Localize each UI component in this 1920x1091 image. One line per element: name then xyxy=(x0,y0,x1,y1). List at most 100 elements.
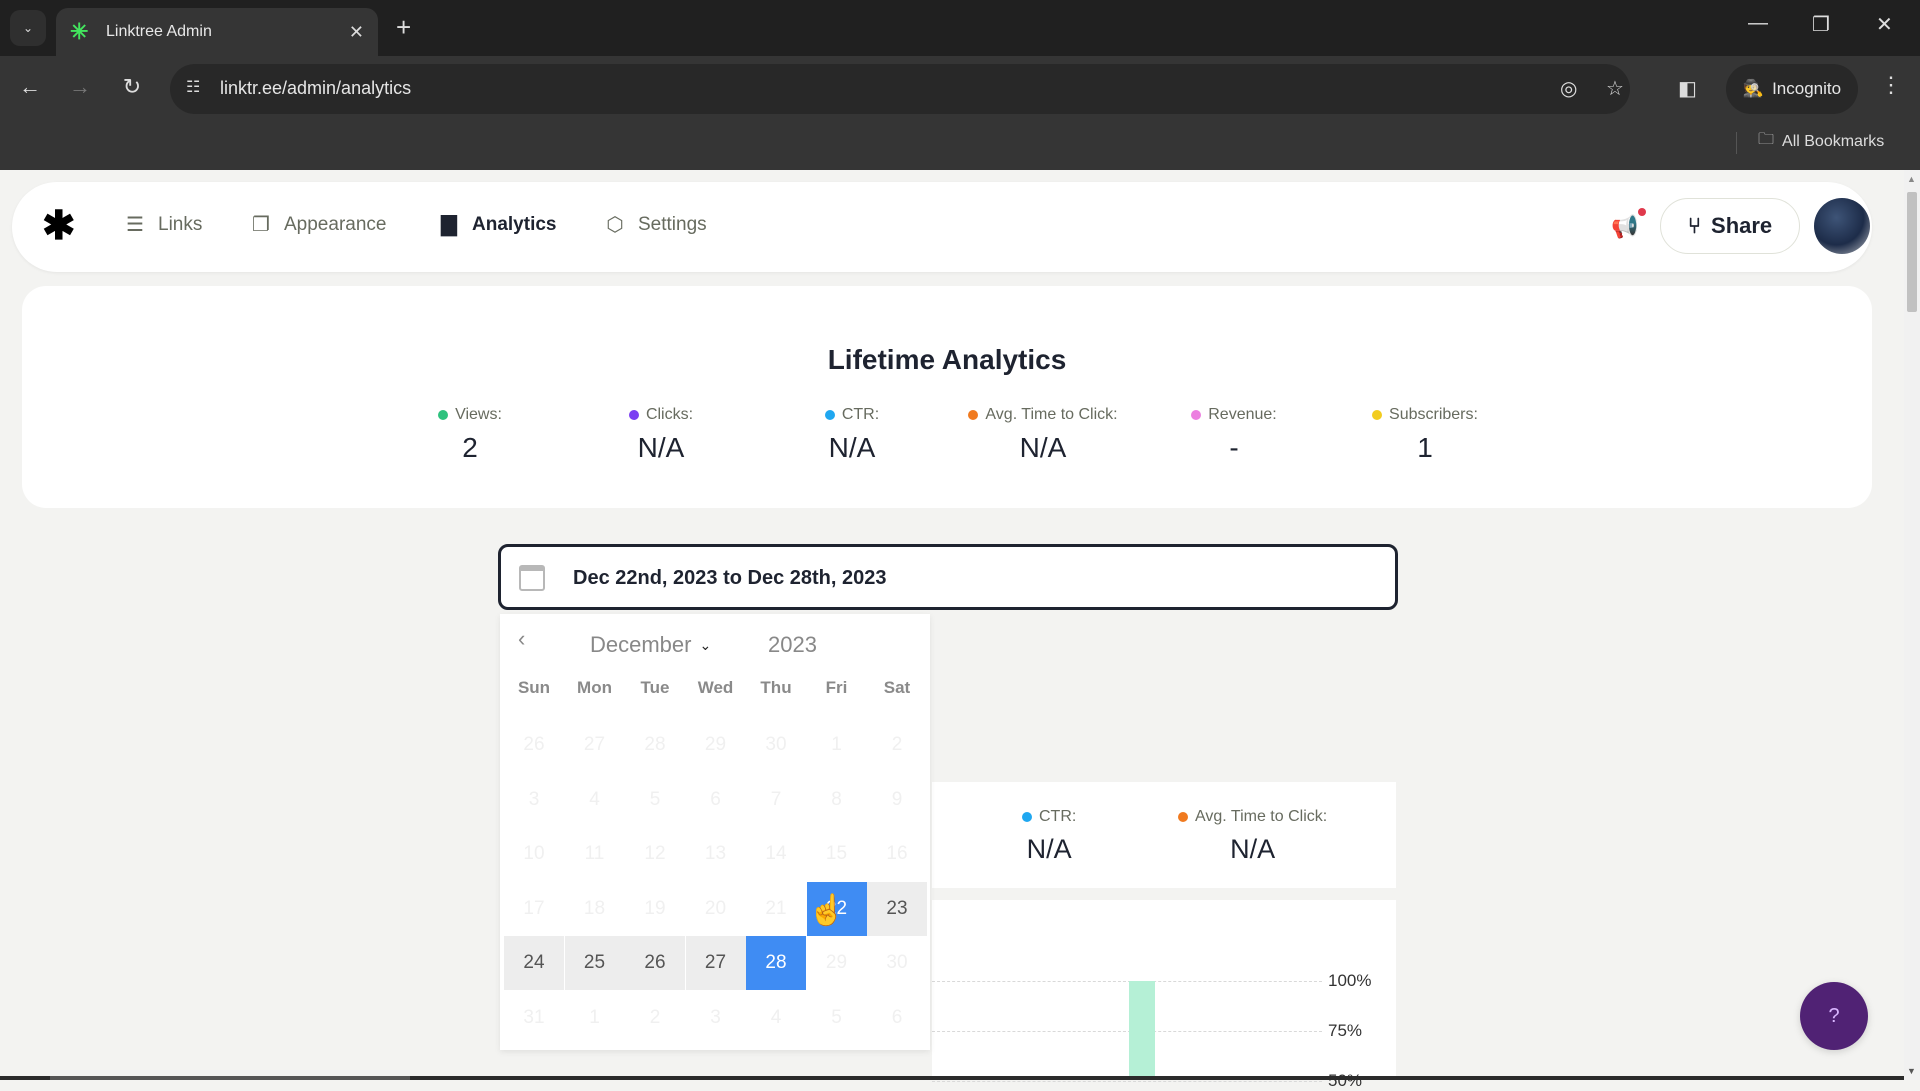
calendar-day[interactable]: 6 xyxy=(867,991,927,1045)
calendar-day[interactable]: 3 xyxy=(686,991,746,1045)
calendar-day[interactable]: 31 xyxy=(504,991,564,1045)
close-tab-icon[interactable]: ✕ xyxy=(349,22,364,43)
previous-month-icon[interactable]: ‹ xyxy=(518,626,525,652)
chart-gridline xyxy=(932,1031,1322,1032)
calendar-day[interactable]: 21 xyxy=(746,882,806,936)
calendar-day[interactable]: 6 xyxy=(686,773,746,827)
weekday-header: Fri xyxy=(825,678,848,697)
calendar-day[interactable]: 23 xyxy=(867,881,927,936)
back-icon[interactable]: ← xyxy=(14,74,46,100)
megaphone-icon: 📢 xyxy=(1611,214,1639,239)
nav-item-settings[interactable]: ⬡ Settings xyxy=(602,212,706,237)
stat-clicks: Clicks: N/A xyxy=(561,406,761,464)
all-bookmarks-label: All Bookmarks xyxy=(1782,132,1885,150)
weekday-header: Thu xyxy=(760,678,792,697)
ctr-chart: 100% 75% 50% xyxy=(932,900,1396,1090)
all-bookmarks-button[interactable]: 🗀 All Bookmarks xyxy=(1758,128,1884,155)
calendar-day[interactable]: 14 xyxy=(746,827,806,881)
side-panel-icon[interactable]: ◧ xyxy=(1678,76,1697,101)
calendar-day[interactable]: 18 xyxy=(565,882,625,936)
reload-icon[interactable]: ↻ xyxy=(116,74,148,100)
linktree-logo-icon[interactable]: ✱ xyxy=(42,206,76,246)
help-button[interactable]: ? xyxy=(1800,982,1868,1050)
scroll-down-icon[interactable]: ▼ xyxy=(1907,1066,1916,1076)
calendar-day[interactable]: 5 xyxy=(625,773,685,827)
calendar-day[interactable]: 29 xyxy=(807,936,867,990)
calendar-day[interactable]: 4 xyxy=(746,991,806,1045)
month-label: December xyxy=(590,632,692,657)
nav-item-appearance[interactable]: ❐ Appearance xyxy=(248,212,386,237)
address-bar[interactable]: ☷ linktr.ee/admin/analytics ◎ ☆ xyxy=(170,64,1630,114)
calendar-day[interactable]: 28 xyxy=(625,718,685,772)
stat-value: N/A xyxy=(637,432,685,463)
close-window-icon[interactable]: ✕ xyxy=(1876,12,1893,37)
stat-label: CTR: xyxy=(1039,808,1077,825)
calendar-day[interactable]: 29 xyxy=(686,718,746,772)
calendar-day[interactable]: 24 xyxy=(504,936,564,990)
calendar-day[interactable]: 11 xyxy=(565,827,625,881)
calendar-day[interactable]: 7 xyxy=(746,773,806,827)
forward-icon[interactable]: → xyxy=(64,74,96,100)
calendar-day[interactable]: 12 xyxy=(625,827,685,881)
calendar-day[interactable]: 28 xyxy=(746,936,806,990)
calendar-day[interactable]: 25 xyxy=(564,936,625,990)
horizontal-scrollbar[interactable] xyxy=(0,1076,1904,1080)
calendar-day[interactable]: 10 xyxy=(504,827,564,881)
site-settings-icon[interactable]: ☷ xyxy=(186,77,200,97)
nav-item-analytics[interactable]: ▇ Analytics xyxy=(436,212,556,237)
star-icon[interactable]: ☆ xyxy=(1606,76,1624,101)
calendar-day[interactable]: 1 xyxy=(807,718,867,772)
minimize-icon[interactable]: — xyxy=(1748,12,1768,35)
announcements-button[interactable]: 📢 xyxy=(1611,208,1647,240)
calendar-day[interactable]: 26 xyxy=(504,718,564,772)
new-tab-button[interactable]: + xyxy=(396,12,411,43)
tab-search-button[interactable]: ⌄ xyxy=(10,10,46,46)
calendar-day[interactable]: 27 xyxy=(685,936,746,990)
calendar-day[interactable]: 8 xyxy=(807,773,867,827)
stat-label: Avg. Time to Click: xyxy=(1195,808,1328,825)
scroll-up-icon[interactable]: ▲ xyxy=(1907,174,1916,184)
month-select[interactable]: December ⌄ xyxy=(590,632,711,658)
calendar-day[interactable]: 2 xyxy=(625,991,685,1045)
calendar-day[interactable]: 3 xyxy=(504,773,564,827)
calendar-day[interactable]: 30 xyxy=(867,936,927,990)
calendar-day[interactable]: 27 xyxy=(565,718,625,772)
browser-menu-icon[interactable]: ⋮ xyxy=(1880,72,1902,98)
lifetime-title: Lifetime Analytics xyxy=(827,344,1067,375)
calendar-day[interactable]: 30 xyxy=(746,718,806,772)
scrollbar-thumb[interactable] xyxy=(50,1076,410,1080)
chart-gridline xyxy=(932,1081,1322,1082)
calendar-day[interactable]: 20 xyxy=(686,882,746,936)
calendar-day[interactable]: 17 xyxy=(504,882,564,936)
year-label[interactable]: 2023 xyxy=(768,632,817,658)
nav-item-label: Links xyxy=(158,213,203,235)
calendar-day[interactable]: 26 xyxy=(625,936,685,990)
calendar-day[interactable]: 19 xyxy=(625,882,685,936)
browser-tab[interactable]: ✳ Linktree Admin ✕ xyxy=(56,8,378,56)
calendar-day[interactable]: 1 xyxy=(565,991,625,1045)
date-range-picker[interactable]: Dec 22nd, 2023 to Dec 28th, 2023 xyxy=(498,544,1398,610)
share-button[interactable]: ⑂ Share xyxy=(1660,198,1800,254)
calendar-day[interactable]: 5 xyxy=(807,991,867,1045)
calendar-day[interactable]: 16 xyxy=(867,827,927,881)
avatar[interactable] xyxy=(1814,198,1870,254)
stat-label: CTR: xyxy=(841,406,880,423)
y-tick-label: 75% xyxy=(1328,1021,1363,1040)
calendar-day[interactable]: 4 xyxy=(565,773,625,827)
ctr-dot-icon xyxy=(824,410,835,420)
nav-item-links[interactable]: ☰ Links xyxy=(122,212,202,237)
url-text[interactable]: linktr.ee/admin/analytics xyxy=(220,78,411,99)
weekday-header: Mon xyxy=(577,678,612,697)
chart-bar[interactable] xyxy=(1129,981,1155,1080)
calendar-day[interactable]: 15 xyxy=(807,827,867,881)
stat-label: Subscribers: xyxy=(1389,406,1478,423)
restore-icon[interactable]: ❐ xyxy=(1812,12,1830,37)
incognito-indicator[interactable]: 🕵 Incognito xyxy=(1726,64,1858,114)
vertical-scrollbar[interactable]: ▲ ▼ xyxy=(1904,170,1920,1080)
eye-off-icon[interactable]: ◎ xyxy=(1560,76,1577,101)
ctr-dot-icon xyxy=(1022,812,1032,822)
calendar-day[interactable]: 13 xyxy=(686,827,746,881)
calendar-day[interactable]: 2 xyxy=(867,718,927,772)
scrollbar-thumb[interactable] xyxy=(1907,192,1917,312)
calendar-day[interactable]: 9 xyxy=(867,773,927,827)
